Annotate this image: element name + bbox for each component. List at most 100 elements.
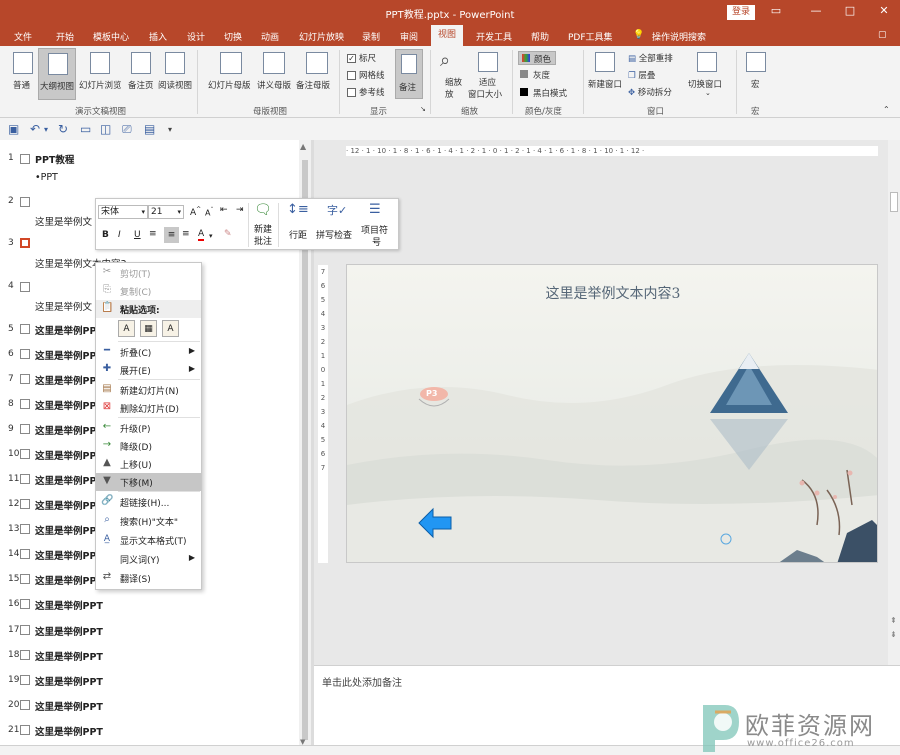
tab-help[interactable]: 帮助 — [531, 30, 549, 43]
prev-slide-icon[interactable]: ⇞ — [890, 616, 897, 625]
line-spacing-button[interactable]: 行距 — [289, 228, 307, 241]
menu-search[interactable]: ⌕ 搜索(H)"文本" — [96, 512, 201, 530]
tell-me-search[interactable]: 操作说明搜索 — [652, 30, 706, 43]
guides-checkbox[interactable]: 参考线 — [347, 86, 385, 98]
outline-body-text[interactable]: 这里是举例文 — [35, 299, 92, 313]
menu-demote[interactable]: → 降级(D) — [96, 437, 201, 455]
tab-transitions[interactable]: 切换 — [224, 30, 242, 43]
slide-icon[interactable] — [20, 374, 30, 384]
chevron-down-icon[interactable]: ▾ — [209, 232, 213, 240]
slide-icon[interactable] — [20, 524, 30, 534]
start-slideshow-icon[interactable]: ▭ — [80, 122, 91, 136]
bold-icon[interactable]: B — [102, 230, 109, 240]
slide-icon[interactable] — [20, 574, 30, 584]
arrange-all-button[interactable]: ▤ 全部重排 — [628, 52, 673, 64]
tab-slideshow[interactable]: 幻灯片放映 — [299, 30, 344, 43]
slide-scrollbar[interactable]: ⇞ ⇟ — [888, 140, 900, 665]
underline-icon[interactable]: U — [134, 230, 141, 240]
slide-icon[interactable] — [20, 324, 30, 334]
login-button[interactable]: 登录 — [727, 5, 755, 20]
outline-slide-title[interactable]: 这里是举例PPT — [35, 649, 103, 663]
menu-move-up[interactable]: ▲ 上移(U) — [96, 455, 201, 473]
tab-pdf[interactable]: PDF工具集 — [568, 30, 613, 43]
screen-icon[interactable]: ▤ — [144, 122, 155, 136]
paste-keep-format-icon[interactable]: A — [118, 320, 135, 337]
undo-icon[interactable]: ↶ — [30, 122, 40, 136]
tab-review[interactable]: 审阅 — [400, 30, 418, 43]
menu-promote[interactable]: ← 升级(P) — [96, 419, 201, 437]
scroll-up-icon[interactable]: ▲ — [300, 142, 306, 151]
slide-icon[interactable] — [20, 197, 30, 207]
notes-page-button[interactable]: 备注页 — [128, 79, 154, 91]
menu-hyperlink[interactable]: 🔗 超链接(H)... — [96, 493, 201, 511]
slide-icon[interactable] — [20, 474, 30, 484]
menu-move-down[interactable]: ▼ 下移(M) — [96, 473, 201, 491]
outline-slide-title[interactable]: 这里是举例PPT — [35, 724, 103, 738]
move-split-button[interactable]: ✥ 移动拆分 — [628, 86, 672, 98]
color-button[interactable]: 颜色 — [518, 51, 556, 65]
notes-placeholder[interactable]: 单击此处添加备注 — [322, 674, 402, 689]
chevron-down-icon[interactable]: ⌄ — [705, 89, 711, 97]
align-left-icon[interactable]: ≡ — [149, 229, 157, 239]
font-size-select[interactable]: 21 ▾ — [148, 205, 184, 219]
tab-insert[interactable]: 插入 — [149, 30, 167, 43]
format-painter-icon[interactable]: ⎚ — [122, 122, 132, 137]
notes-master-button[interactable]: 备注母版 — [296, 79, 330, 91]
outline-slide-title[interactable]: PPT教程 — [35, 152, 74, 166]
cascade-button[interactable]: ❐ 层叠 — [628, 69, 655, 81]
outline-view-button[interactable]: 大纲视图 — [38, 48, 76, 100]
outline-bullet-text[interactable]: •PPT — [35, 172, 58, 183]
outline-slide-title[interactable]: 这里是举例PPT — [35, 473, 103, 487]
slide-canvas[interactable]: 这里是举例文本内容3 P3 — [346, 264, 878, 563]
zoom-button[interactable]: 缩放 — [445, 76, 462, 88]
tab-animations[interactable]: 动画 — [261, 30, 279, 43]
slide-icon[interactable] — [20, 549, 30, 559]
outline-slide-title[interactable]: 这里是举例PPT — [35, 573, 103, 587]
menu-translate[interactable]: ⇄ 翻译(S) — [96, 569, 201, 587]
slide-icon[interactable] — [20, 154, 30, 164]
dialog-launcher-icon[interactable]: ↘ — [420, 105, 426, 113]
shrink-font-icon[interactable]: Aˇ — [205, 207, 213, 218]
menu-collapse[interactable]: ━ 折叠(C) ▶ — [96, 343, 201, 361]
slide-icon[interactable] — [20, 349, 30, 359]
menu-expand[interactable]: ✚ 展开(E) ▶ — [96, 361, 201, 379]
outline-slide-title[interactable]: 这里是举例PPT — [35, 323, 103, 337]
outline-slide-title[interactable]: 这里是举例PPT — [35, 348, 103, 362]
slide-icon[interactable] — [20, 499, 30, 509]
close-button[interactable]: ✕ — [874, 4, 894, 17]
slide-icon[interactable] — [20, 725, 30, 735]
handout-master-button[interactable]: 讲义母版 — [257, 79, 291, 91]
notes-toggle-button[interactable]: 备注 — [395, 49, 423, 99]
format-painter-icon[interactable]: ✎ — [224, 229, 232, 239]
outline-slide-title[interactable]: 这里是举例PPT — [35, 448, 103, 462]
spell-check-button[interactable]: 拼写检查 — [316, 228, 352, 241]
menu-new-slide[interactable]: ▤ 新建幻灯片(N) — [96, 381, 201, 399]
gridlines-checkbox[interactable]: 网格线 — [347, 69, 385, 81]
slide-icon[interactable] — [20, 399, 30, 409]
undo-dropdown-icon[interactable]: ▾ — [44, 125, 48, 134]
outline-slide-title[interactable]: 这里是举例PPT — [35, 498, 103, 512]
tab-design[interactable]: 设计 — [187, 30, 205, 43]
normal-view-button[interactable]: 普通 — [13, 79, 30, 91]
slide-icon[interactable] — [20, 625, 30, 635]
slide-sorter-button[interactable]: 幻灯片浏览 — [79, 79, 122, 91]
new-window-button[interactable]: 新建窗口 — [588, 78, 622, 90]
menu-delete-slide[interactable]: ⊠ 删除幻灯片(D) — [96, 399, 201, 417]
increase-indent-icon[interactable]: ⇥ — [236, 205, 244, 215]
save-icon[interactable]: ▣ — [8, 122, 19, 136]
outline-slide-title[interactable]: 这里是举例PPT — [35, 423, 103, 437]
tab-developer[interactable]: 开发工具 — [476, 30, 512, 43]
paste-picture-icon[interactable]: ▦ — [140, 320, 157, 337]
outline-body-text[interactable]: 这里是举例文 — [35, 214, 92, 228]
decrease-indent-icon[interactable]: ⇤ — [220, 205, 228, 215]
ruler-checkbox[interactable]: ✓ 标尺 — [347, 52, 376, 64]
tab-record[interactable]: 录制 — [362, 30, 380, 43]
fit-window-button[interactable]: 适应 — [479, 76, 496, 88]
slide-icon[interactable] — [20, 282, 30, 292]
align-right-icon[interactable]: ≡ — [182, 229, 190, 239]
menu-show-format[interactable]: A̲ 显示文本格式(T) — [96, 531, 201, 549]
comment-icon[interactable]: ▢ — [878, 30, 887, 40]
slide-title[interactable]: 这里是举例文本内容3 — [347, 283, 877, 303]
font-name-select[interactable]: 宋体 ▾ — [98, 205, 148, 219]
macro-button[interactable]: 宏 — [751, 78, 760, 90]
